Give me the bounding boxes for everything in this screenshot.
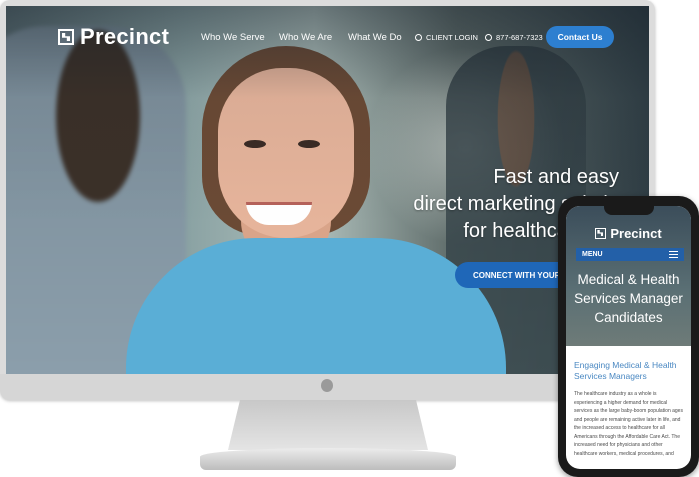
client-login-label: CLIENT LOGIN (426, 33, 478, 42)
nav-who-we-are[interactable]: Who We Are (279, 32, 332, 43)
mobile-logo-text: Precinct (610, 226, 662, 241)
mobile-screen: Precinct MENU Medical & Health Services … (566, 206, 691, 469)
qr-logo-icon (595, 228, 607, 239)
client-login-link[interactable]: CLIENT LOGIN (415, 33, 478, 42)
contact-us-button[interactable]: Contact Us (546, 26, 614, 48)
mobile-hero: Precinct MENU Medical & Health Services … (566, 206, 691, 346)
mobile-menu-bar[interactable]: MENU (576, 248, 684, 261)
hero-line-1: Fast and easy (493, 166, 619, 188)
menu-label: MENU (582, 251, 603, 258)
site-logo[interactable]: Precinct (58, 24, 169, 50)
mobile-logo[interactable]: Precinct (566, 226, 691, 241)
mobile-subtitle: Engaging Medical & Health Services Manag… (574, 360, 677, 381)
mobile-phone: Precinct MENU Medical & Health Services … (558, 196, 699, 477)
apple-logo-icon (321, 379, 333, 392)
phone-notch (604, 206, 654, 215)
desktop-monitor: Precinct Who We Serve Who We Are What We… (0, 0, 655, 400)
qr-logo-icon (58, 29, 74, 45)
phone-link[interactable]: 877-687-7323 (485, 33, 543, 42)
mobile-page-title: Medical & Health Services Manager Candid… (574, 272, 683, 325)
nav-what-we-do[interactable]: What We Do (348, 32, 402, 43)
desktop-screen: Precinct Who We Serve Who We Are What We… (6, 6, 649, 374)
site-header: Precinct Who We Serve Who We Are What We… (6, 6, 649, 66)
phone-number: 877-687-7323 (496, 33, 543, 42)
mobile-body: Engaging Medical & Health Services Manag… (566, 346, 691, 466)
mobile-paragraph: The healthcare industry as a whole is ex… (574, 391, 683, 457)
hamburger-icon (669, 251, 678, 258)
logo-text: Precinct (80, 24, 170, 49)
nav-who-we-serve[interactable]: Who We Serve (201, 32, 265, 43)
monitor-stand-base (200, 448, 456, 470)
monitor-stand-neck (228, 400, 428, 450)
user-icon (415, 34, 422, 41)
phone-icon (485, 34, 492, 41)
